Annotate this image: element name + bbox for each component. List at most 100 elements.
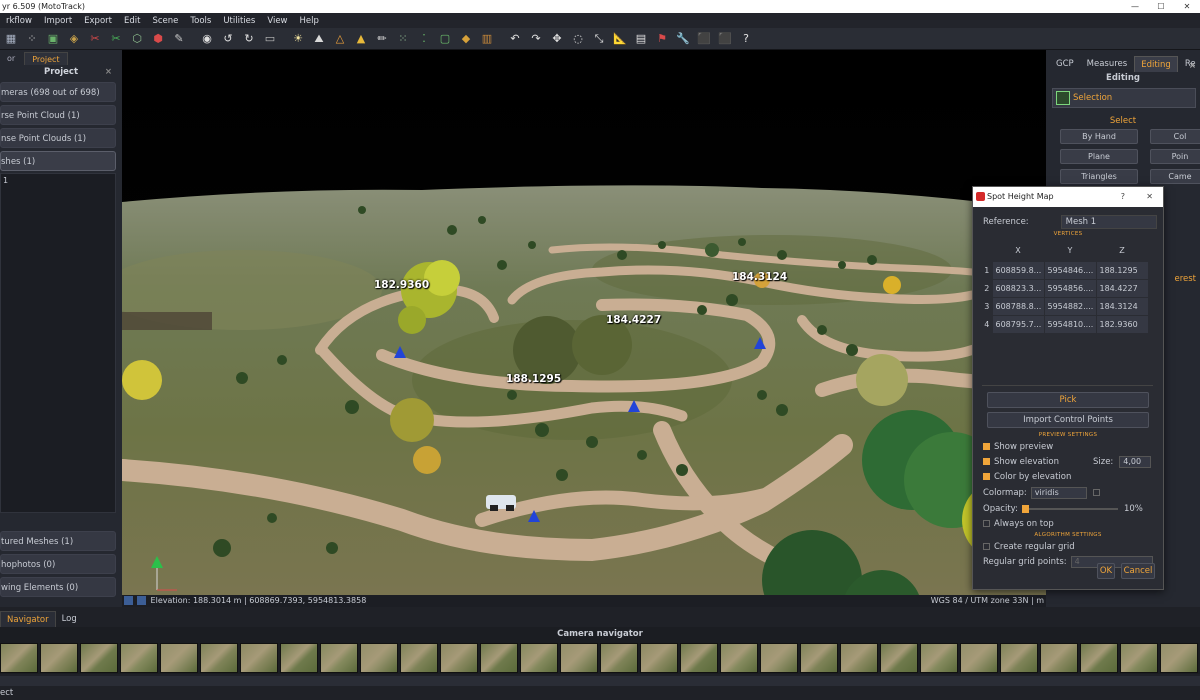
cell-y[interactable]: 5954810.... <box>1043 314 1097 334</box>
menu-edit[interactable]: Edit <box>118 16 146 26</box>
orbit-icon[interactable]: ◌ <box>569 30 587 48</box>
rotate-ccw-icon[interactable]: ↺ <box>219 30 237 48</box>
tab-log[interactable]: Log <box>56 611 83 627</box>
reference-select[interactable]: Mesh 1 <box>1060 215 1157 229</box>
cell-y[interactable]: 5954856.... <box>1043 278 1097 298</box>
menu-tools[interactable]: Tools <box>184 16 217 26</box>
color-button[interactable]: Col <box>1150 129 1200 144</box>
ruler-icon[interactable]: 📐 <box>611 30 629 48</box>
grid-icon[interactable]: ▦ <box>2 30 20 48</box>
bulb-icon[interactable]: ☀ <box>289 30 307 48</box>
plane-button[interactable]: Plane <box>1060 149 1138 164</box>
3d-viewport[interactable]: 182.9360 184.4227 184.3124 188.1295 <box>122 50 1046 595</box>
camera-thumbnail[interactable] <box>360 643 398 673</box>
cell-x[interactable]: 608823.3... <box>991 278 1045 298</box>
camera-thumbnail[interactable] <box>840 643 878 673</box>
ok-button[interactable]: OK <box>1097 563 1115 579</box>
textured-meshes-section[interactable]: tured Meshes (1) <box>0 531 116 551</box>
tab-navigator[interactable]: Navigator <box>0 611 56 627</box>
layers-icon[interactable]: ▤ <box>632 30 650 48</box>
close-panel-icon[interactable]: × <box>1189 60 1196 72</box>
cell-x[interactable]: 608859.8... <box>991 260 1045 280</box>
table-row[interactable]: 4 608795.7... 5954810.... 182.9360 <box>982 314 1149 334</box>
cube-blue-icon[interactable]: ⬛ <box>695 30 713 48</box>
table-row[interactable]: 2 608823.3... 5954856.... 184.4227 <box>982 278 1149 298</box>
colormap-select[interactable]: viridis <box>1030 486 1087 499</box>
box-icon[interactable]: ▢ <box>436 30 454 48</box>
pencil-icon[interactable]: ✏ <box>373 30 391 48</box>
drawing-elements-section[interactable]: wing Elements (0) <box>0 577 116 597</box>
camera-thumbnail[interactable] <box>560 643 598 673</box>
points-icon[interactable]: ⁘ <box>23 30 41 48</box>
camera-thumbnail[interactable] <box>520 643 558 673</box>
table-row[interactable]: 1 608859.8... 5954846.... 188.1295 <box>982 260 1149 280</box>
cell-z[interactable]: 184.3124 <box>1095 296 1149 316</box>
camera-thumbnail[interactable] <box>120 643 158 673</box>
dots-icon[interactable]: ⁚ <box>415 30 433 48</box>
camera-thumbnail[interactable] <box>1080 643 1118 673</box>
wrench-icon[interactable]: 🔧 <box>674 30 692 48</box>
triangles-button[interactable]: Triangles <box>1060 169 1138 184</box>
cube-icon[interactable]: ▣ <box>44 30 62 48</box>
meshes-section[interactable]: shes (1) <box>0 151 116 171</box>
camera-thumbnail[interactable] <box>800 643 838 673</box>
rotate-cw-icon[interactable]: ↻ <box>240 30 258 48</box>
flag-icon[interactable]: ⚑ <box>653 30 671 48</box>
show-elevation-checkbox[interactable]: Show elevation Size: 4,00 <box>983 455 1163 468</box>
opacity-slider-handle[interactable] <box>1021 504 1029 513</box>
size-spinbox[interactable]: 4,00 <box>1119 455 1152 468</box>
camera-thumbnail[interactable] <box>440 643 478 673</box>
cut-green-icon[interactable]: ✂ <box>107 30 125 48</box>
camera-thumbnail[interactable] <box>760 643 798 673</box>
camera-thumbnail[interactable] <box>40 643 78 673</box>
scatter-icon[interactable]: ⁙ <box>394 30 412 48</box>
mesh-red-icon[interactable]: ⬢ <box>149 30 167 48</box>
cell-y[interactable]: 5954882.... <box>1043 296 1097 316</box>
scroll-track[interactable] <box>0 676 1200 686</box>
camera-thumbnail[interactable] <box>1120 643 1158 673</box>
selection-tool[interactable]: Selection <box>1052 88 1196 108</box>
move-icon[interactable]: ✥ <box>548 30 566 48</box>
camera-thumbnail[interactable] <box>640 643 678 673</box>
color-by-elevation-checkbox[interactable]: Color by elevation <box>983 471 1163 483</box>
tab-project[interactable]: Project <box>24 52 68 65</box>
close-icon[interactable]: ✕ <box>1146 187 1153 207</box>
close-window-button[interactable]: ✕ <box>1174 0 1200 13</box>
camera-thumbnail[interactable] <box>1160 643 1198 673</box>
cube-multi-icon[interactable]: ◈ <box>65 30 83 48</box>
camera-thumbnail[interactable] <box>320 643 358 673</box>
menu-utilities[interactable]: Utilities <box>217 16 261 26</box>
cube-color-icon[interactable]: ◆ <box>457 30 475 48</box>
menu-view[interactable]: View <box>261 16 293 26</box>
cell-y[interactable]: 5954846.... <box>1043 260 1097 280</box>
brush-icon[interactable]: ✎ <box>170 30 188 48</box>
import-control-points-button[interactable]: Import Control Points <box>987 411 1149 428</box>
camera-thumbnail[interactable] <box>1040 643 1078 673</box>
camera-thumbnail[interactable] <box>160 643 198 673</box>
points-button[interactable]: Poin <box>1150 149 1200 164</box>
cell-z[interactable]: 188.1295 <box>1095 260 1149 280</box>
by-hand-button[interactable]: By Hand <box>1060 129 1138 144</box>
camera-icon[interactable]: ◉ <box>198 30 216 48</box>
cancel-button[interactable]: Cancel <box>1121 563 1155 579</box>
create-regular-grid-checkbox[interactable]: Create regular grid <box>983 541 1163 553</box>
menu-export[interactable]: Export <box>78 16 118 26</box>
menu-import[interactable]: Import <box>38 16 78 26</box>
camera-thumbnail[interactable] <box>200 643 238 673</box>
tab-measures[interactable]: Measures <box>1081 56 1134 72</box>
menu-help[interactable]: Help <box>294 16 325 26</box>
table-row[interactable]: 3 608788.8... 5954882.... 184.3124 <box>982 296 1149 316</box>
cell-x[interactable]: 608795.7... <box>991 314 1045 334</box>
camera-thumbnail[interactable] <box>480 643 518 673</box>
maximize-button[interactable]: ☐ <box>1148 0 1174 13</box>
camera-thumbnail[interactable] <box>600 643 638 673</box>
tab-inspector[interactable]: or <box>0 52 22 65</box>
pick-button[interactable]: Pick <box>987 391 1149 408</box>
triangle-icon[interactable]: △ <box>331 30 349 48</box>
orthophotos-section[interactable]: hophotos (0) <box>0 554 116 574</box>
tab-gcp[interactable]: GCP <box>1050 56 1080 72</box>
peaks-icon[interactable]: ⛰ <box>310 30 328 48</box>
cut-icon[interactable]: ✂ <box>86 30 104 48</box>
menu-scene[interactable]: Scene <box>146 16 184 26</box>
redo-icon[interactable]: ↷ <box>527 30 545 48</box>
